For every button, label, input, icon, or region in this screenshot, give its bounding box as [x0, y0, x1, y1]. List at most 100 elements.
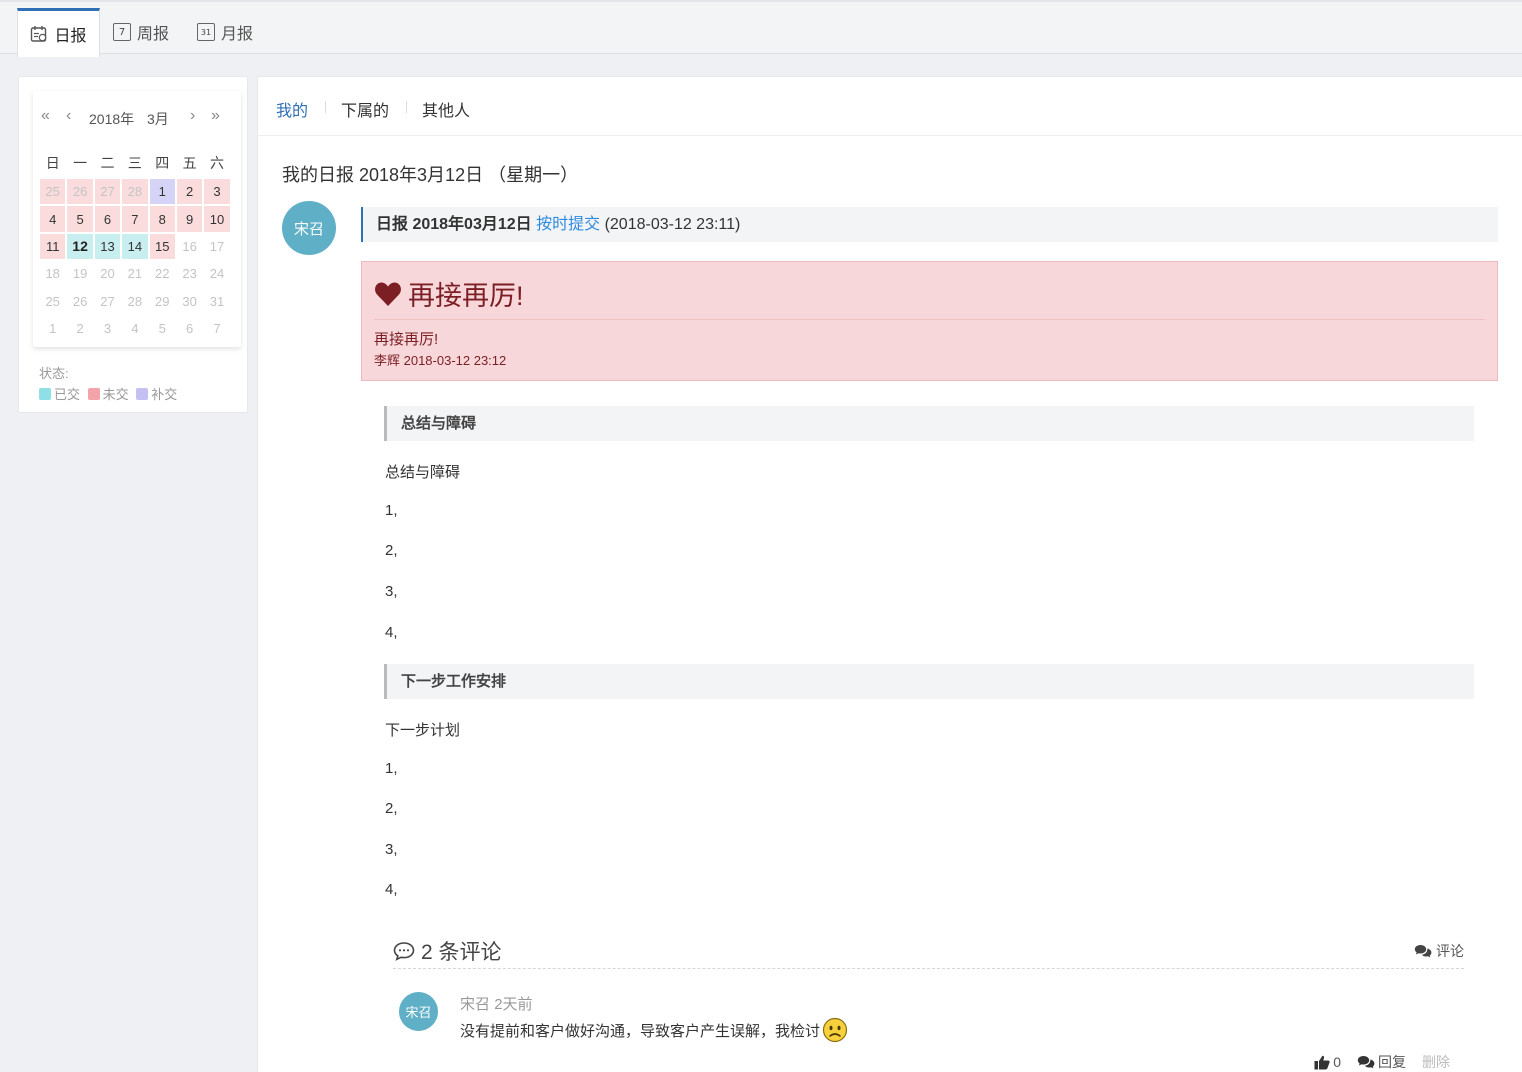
tab-monthly[interactable]: 31 月报	[197, 8, 253, 56]
reply-button[interactable]: 回复	[1357, 1052, 1406, 1072]
calendar-day[interactable]: 11	[40, 233, 66, 260]
section-next-plan-line: 下一步计划	[385, 722, 461, 739]
calendar-days: 25 26 27 28 1 2 3 4 5 6 7 8 9 10 11 12 13 14 15 16 17 18 19 20 2…	[39, 178, 231, 342]
calendar-day[interactable]: 26	[67, 179, 93, 205]
calendar-day[interactable]: 4	[40, 206, 66, 232]
calendar-day[interactable]: 15	[149, 233, 175, 260]
calendar-day[interactable]: 27	[95, 289, 120, 314]
comment-avatar[interactable]: 宋召	[399, 992, 438, 1031]
calendar-day[interactable]: 31	[204, 289, 229, 314]
calendar-header: « ‹ 2018年 3月 › »	[33, 105, 241, 133]
calendar-day[interactable]: 26	[67, 289, 92, 314]
calendar-day[interactable]: 25	[40, 179, 66, 205]
calendar-day[interactable]: 6	[94, 206, 121, 232]
calendar-day[interactable]: 9	[176, 206, 203, 232]
reply-comments-icon	[1357, 1056, 1375, 1069]
calendar-day[interactable]: 10	[204, 206, 230, 232]
calendar-day[interactable]: 4	[122, 316, 147, 341]
delete-button[interactable]: 删除	[1422, 1052, 1450, 1072]
tab-subordinates[interactable]: 下属的	[341, 97, 389, 121]
status-legend: 状态: 已交 未交 补交	[39, 363, 177, 405]
section-next-plan-line: 2,	[385, 800, 398, 817]
legend-late: 补交	[151, 387, 178, 402]
praise-title-text: 再接再厉!	[408, 281, 524, 311]
calendar-day[interactable]: 16	[177, 234, 202, 259]
section-summary-line: 3,	[385, 583, 398, 600]
calendar-day[interactable]: 8	[149, 206, 175, 232]
section-next-plan-line: 1,	[385, 760, 398, 777]
next-month-icon[interactable]: ›	[190, 107, 195, 125]
legend-swatch-late	[136, 388, 149, 400]
main-panel: 我的 下属的 其他人 我的日报 2018年3月12日 （星期一） 宋召 日报 2…	[257, 76, 1522, 1072]
section-summary-line: 4,	[385, 624, 398, 641]
legend-swatch-missing	[87, 388, 100, 400]
praise-divider	[374, 319, 1485, 320]
reply-label: 回复	[1378, 1054, 1406, 1070]
like-count: 0	[1333, 1054, 1341, 1070]
calendar-day[interactable]: 19	[67, 261, 92, 286]
calendar-day[interactable]: 6	[177, 316, 202, 341]
report-status[interactable]: 按时提交	[536, 216, 600, 233]
calendar-day[interactable]: 7	[122, 206, 148, 232]
calendar-day[interactable]: 14	[122, 233, 148, 260]
tab-mine[interactable]: 我的	[276, 97, 308, 121]
avatar[interactable]: 宋召	[282, 201, 336, 255]
calendar-day[interactable]: 5	[67, 206, 93, 232]
prev-month-icon[interactable]: ‹	[66, 107, 71, 125]
tab-separator	[406, 101, 407, 113]
calendar-day[interactable]: 23	[177, 261, 202, 286]
section-next-plan-heading: 下一步工作安排	[384, 664, 1474, 699]
comments-header: 2 条评论 评论	[393, 934, 1464, 969]
calendar-day[interactable]: 25	[40, 289, 65, 314]
calendar-day[interactable]: 30	[177, 289, 202, 314]
section-summary-line: 总结与障碍	[385, 464, 461, 481]
calendar-day[interactable]: 21	[122, 261, 147, 286]
next-year-icon[interactable]: »	[211, 107, 220, 125]
calendar-day[interactable]: 1	[149, 179, 175, 205]
legend-missing: 未交	[102, 387, 129, 402]
calendar-day[interactable]: 12	[67, 233, 93, 260]
calendar-day[interactable]: 2	[67, 316, 92, 341]
comment-author[interactable]: 宋召	[460, 996, 490, 1013]
calendar-day[interactable]: 28	[122, 289, 147, 314]
thumbs-up-icon	[1314, 1055, 1330, 1069]
add-comment-button[interactable]: 评论	[1414, 941, 1464, 961]
calendar-day[interactable]: 20	[95, 261, 120, 286]
owner-tabs: 我的 下属的 其他人	[258, 77, 1522, 136]
report-header: 日报 2018年03月12日 按时提交 (2018-03-12 23:11)	[361, 207, 1498, 242]
calendar-day[interactable]: 3	[204, 179, 230, 205]
praise-title: 再接再厉!	[374, 274, 524, 313]
calendar-day[interactable]: 5	[150, 316, 175, 341]
report-submitted-at: (2018-03-12 23:11)	[604, 216, 741, 233]
calendar-day[interactable]: 17	[204, 234, 229, 259]
heart-icon	[375, 282, 401, 306]
calendar: « ‹ 2018年 3月 › » 日一二三四五六 25 26 27 28 1 2 3 4 5 6 7…	[33, 91, 241, 347]
comments-count: 2 条评论	[421, 941, 502, 964]
calendar-day[interactable]: 2	[176, 179, 203, 205]
calendar-day[interactable]: 1	[40, 316, 65, 341]
comment-time: 2天前	[494, 996, 533, 1013]
tab-others[interactable]: 其他人	[422, 97, 470, 121]
calendar-day[interactable]: 28	[122, 179, 148, 205]
weekday-label: 一	[73, 155, 88, 171]
calendar-day[interactable]: 24	[204, 261, 229, 286]
calendar-day[interactable]: 3	[95, 316, 120, 341]
legend-swatch-submitted	[39, 388, 51, 400]
calendar-day[interactable]: 27	[94, 179, 121, 205]
section-summary-line: 2,	[385, 542, 398, 559]
calendar-day[interactable]: 18	[40, 261, 65, 286]
calendar-day[interactable]: 22	[150, 261, 175, 286]
tab-weekly[interactable]: 7 周报	[113, 8, 169, 56]
like-button[interactable]: 0	[1314, 1054, 1341, 1070]
tab-daily[interactable]: 日报	[17, 8, 100, 57]
calendar-day[interactable]: 13	[94, 233, 121, 260]
calendar-month[interactable]: 3月	[147, 109, 169, 129]
prev-year-icon[interactable]: «	[41, 107, 50, 125]
calendar-day[interactable]: 7	[204, 316, 229, 341]
calendar-year[interactable]: 2018年	[89, 109, 134, 129]
weekday-label: 三	[127, 155, 142, 171]
report-date: 日报 2018年03月12日	[376, 216, 532, 233]
calendar-day[interactable]: 29	[150, 289, 175, 314]
calendar-31-icon: 31	[197, 23, 215, 41]
weekday-label: 五	[182, 155, 197, 171]
